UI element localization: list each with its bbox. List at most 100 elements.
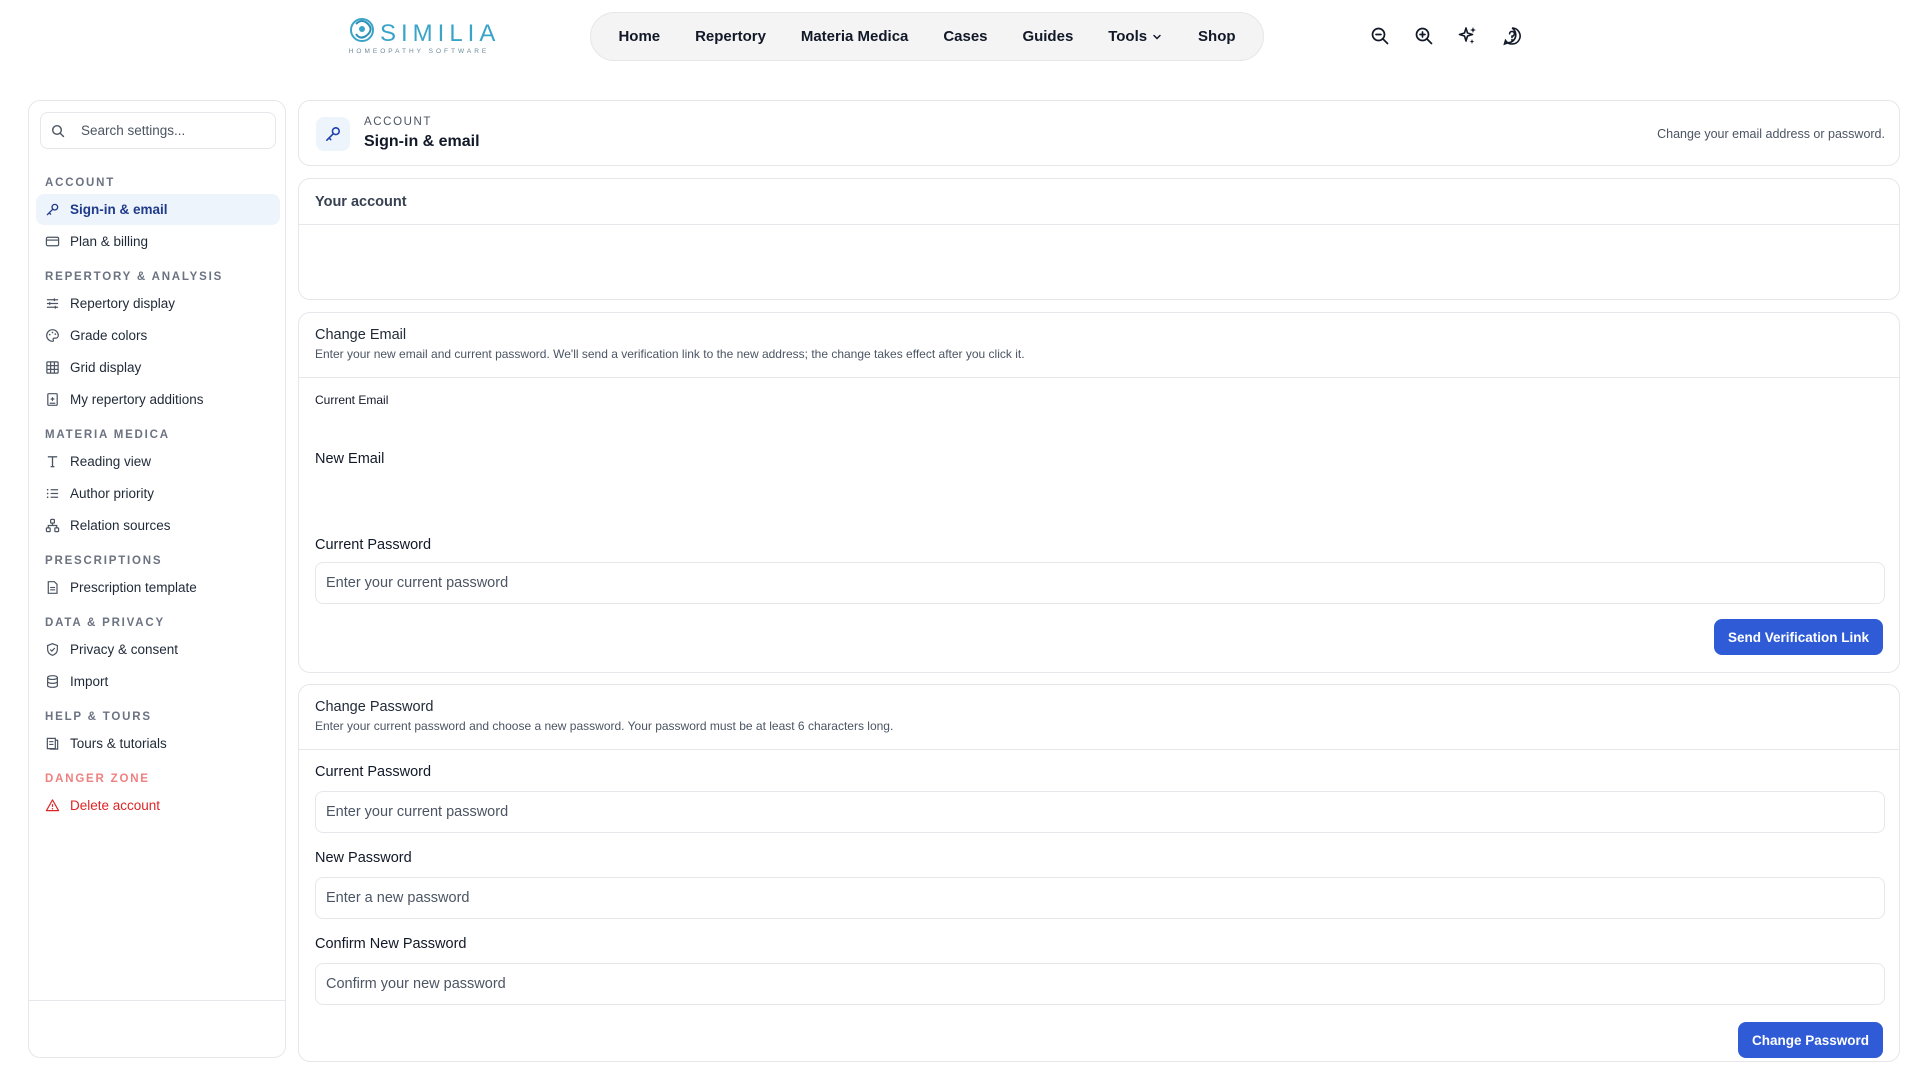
top-bar: SIMILIA HOMEOPATHY SOFTWARE Home Reperto… xyxy=(0,0,1920,72)
nav-guides-label: Guides xyxy=(1022,28,1074,45)
your-account-card: Your account xyxy=(298,178,1900,300)
zoom-in-icon[interactable] xyxy=(1412,24,1436,48)
shield-check-icon xyxy=(47,643,58,656)
page-kicker: ACCOUNT xyxy=(364,116,433,128)
sidebar-item-label: Reading view xyxy=(70,454,152,469)
send-verification-link-button[interactable]: Send Verification Link xyxy=(1713,619,1883,655)
nav-guides[interactable]: Guides xyxy=(1012,20,1083,53)
sidebar-item-plan-billing[interactable]: Plan & billing xyxy=(36,226,280,257)
toolbar-icons xyxy=(1368,24,1524,48)
change-password-header: Change Password Enter your current passw… xyxy=(299,685,1899,750)
sidebar-item-label: Plan & billing xyxy=(70,234,149,249)
sidebar-item-repertory-display[interactable]: Repertory display xyxy=(36,288,280,319)
nav-home[interactable]: Home xyxy=(608,20,670,53)
nav-tools-label: Tools xyxy=(1108,28,1148,45)
sidebar-item-relation-sources[interactable]: Relation sources xyxy=(36,510,280,541)
similia-logo[interactable]: SIMILIA HOMEOPATHY SOFTWARE xyxy=(348,14,495,58)
section-label-account: ACCOUNT xyxy=(45,177,116,189)
sidebar-sections: ACCOUNT Sign-in & email Plan & billing R… xyxy=(36,173,280,821)
nav-shop[interactable]: Shop xyxy=(1188,20,1246,53)
sidebar-item-label: Relation sources xyxy=(70,518,171,533)
new-password-field[interactable] xyxy=(315,877,1885,919)
nav-home-label: Home xyxy=(618,28,661,45)
warning-icon xyxy=(45,799,60,812)
email-current-password-field[interactable] xyxy=(315,562,1885,604)
sidebar-item-label: Grade colors xyxy=(70,328,148,343)
network-icon xyxy=(45,518,60,533)
sidebar-item-label: Prescription template xyxy=(70,580,197,595)
sidebar-item-prescription-template[interactable]: Prescription template xyxy=(36,572,280,603)
book-icon xyxy=(46,737,59,750)
zoom-out-icon[interactable] xyxy=(1368,24,1392,48)
sidebar-item-my-repertory-additions[interactable]: My repertory additions xyxy=(36,384,280,415)
chevron-down-icon xyxy=(1153,34,1161,40)
section-label-prescriptions: PRESCRIPTIONS xyxy=(45,555,163,567)
key-icon xyxy=(46,203,59,216)
nav-materia-medica-label: Materia Medica xyxy=(800,28,909,45)
logo-tagline: HOMEOPATHY SOFTWARE xyxy=(348,48,490,55)
sidebar-item-privacy-consent[interactable]: Privacy & consent xyxy=(36,634,280,665)
settings-search[interactable] xyxy=(40,112,276,149)
confirm-password-field[interactable] xyxy=(315,963,1885,1005)
change-password-description: Enter your current password and choose a… xyxy=(315,719,894,733)
sidebar-footer-divider xyxy=(29,1000,285,1001)
credit-card-icon xyxy=(45,236,60,247)
current-email-label: Current Email xyxy=(315,393,389,407)
sidebar-item-reading-view[interactable]: Reading view xyxy=(36,446,280,477)
type-icon xyxy=(47,456,58,468)
book-plus-icon xyxy=(47,393,58,406)
sidebar-item-tours-tutorials[interactable]: Tours & tutorials xyxy=(36,728,280,759)
sparkles-icon[interactable] xyxy=(1456,24,1480,48)
new-password-label: New Password xyxy=(315,850,412,866)
current-password-label: Current Password xyxy=(315,764,432,780)
sidebar-item-label: Repertory display xyxy=(70,296,176,311)
change-email-header: Change Email Enter your new email and cu… xyxy=(299,313,1899,378)
nav-materia-medica[interactable]: Materia Medica xyxy=(791,20,919,53)
logo-emblem-icon xyxy=(350,18,374,42)
help-icon[interactable] xyxy=(1500,24,1524,48)
palette-icon xyxy=(46,329,59,342)
sidebar-item-grade-colors[interactable]: Grade colors xyxy=(36,320,280,351)
sidebar-item-author-priority[interactable]: Author priority xyxy=(36,478,280,509)
sidebar-item-label: Author priority xyxy=(70,486,155,501)
main-nav: Home Repertory Materia Medica Cases Guid… xyxy=(590,12,1264,61)
sidebar-item-sign-in-email[interactable]: Sign-in & email xyxy=(36,194,280,225)
nav-shop-label: Shop xyxy=(1198,28,1236,45)
settings-sidebar: ACCOUNT Sign-in & email Plan & billing R… xyxy=(28,100,286,1058)
nav-repertory[interactable]: Repertory xyxy=(685,20,776,53)
nav-tools[interactable]: Tools xyxy=(1098,20,1173,53)
section-label-help-tours: HELP & TOURS xyxy=(45,711,152,723)
sidebar-item-import[interactable]: Import xyxy=(36,666,280,697)
change-password-card: Change Password Enter your current passw… xyxy=(298,684,1900,1062)
change-password-button[interactable]: Change Password xyxy=(1737,1022,1883,1058)
sidebar-item-delete-account[interactable]: Delete account xyxy=(36,790,280,821)
settings-search-input[interactable] xyxy=(81,123,261,138)
nav-cases[interactable]: Cases xyxy=(933,20,997,53)
email-current-password-label: Current Password xyxy=(315,537,432,553)
page-title: Sign-in & email xyxy=(364,133,480,150)
change-email-description: Enter your new email and current passwor… xyxy=(315,347,1025,361)
page-description: Change your email address or password. xyxy=(1657,127,1885,141)
nav-cases-label: Cases xyxy=(943,28,988,45)
section-label-data-privacy: DATA & PRIVACY xyxy=(45,617,165,629)
logo-wordmark: SIMILIA xyxy=(380,20,501,47)
sidebar-item-grid-display[interactable]: Grid display xyxy=(36,352,280,383)
key-icon xyxy=(316,117,350,151)
your-account-title: Your account xyxy=(315,194,407,210)
sidebar-item-label: Delete account xyxy=(70,798,161,813)
sidebar-item-label: Import xyxy=(70,674,109,689)
your-account-header: Your account xyxy=(299,179,1899,225)
sidebar-item-label: My repertory additions xyxy=(70,392,204,407)
section-label-danger-zone: DANGER ZONE xyxy=(45,773,150,785)
sidebar-item-label: Privacy & consent xyxy=(70,642,179,657)
section-label-repertory: REPERTORY & ANALYSIS xyxy=(45,271,224,283)
change-email-card: Change Email Enter your new email and cu… xyxy=(298,312,1900,673)
search-icon xyxy=(51,124,65,137)
section-label-materia-medica: MATERIA MEDICA xyxy=(45,429,170,441)
change-email-title: Change Email xyxy=(315,327,407,343)
sidebar-item-label: Grid display xyxy=(70,360,142,375)
file-text-icon xyxy=(47,581,58,594)
database-icon xyxy=(47,675,58,688)
confirm-password-label: Confirm New Password xyxy=(315,936,467,952)
current-password-field[interactable] xyxy=(315,791,1885,833)
